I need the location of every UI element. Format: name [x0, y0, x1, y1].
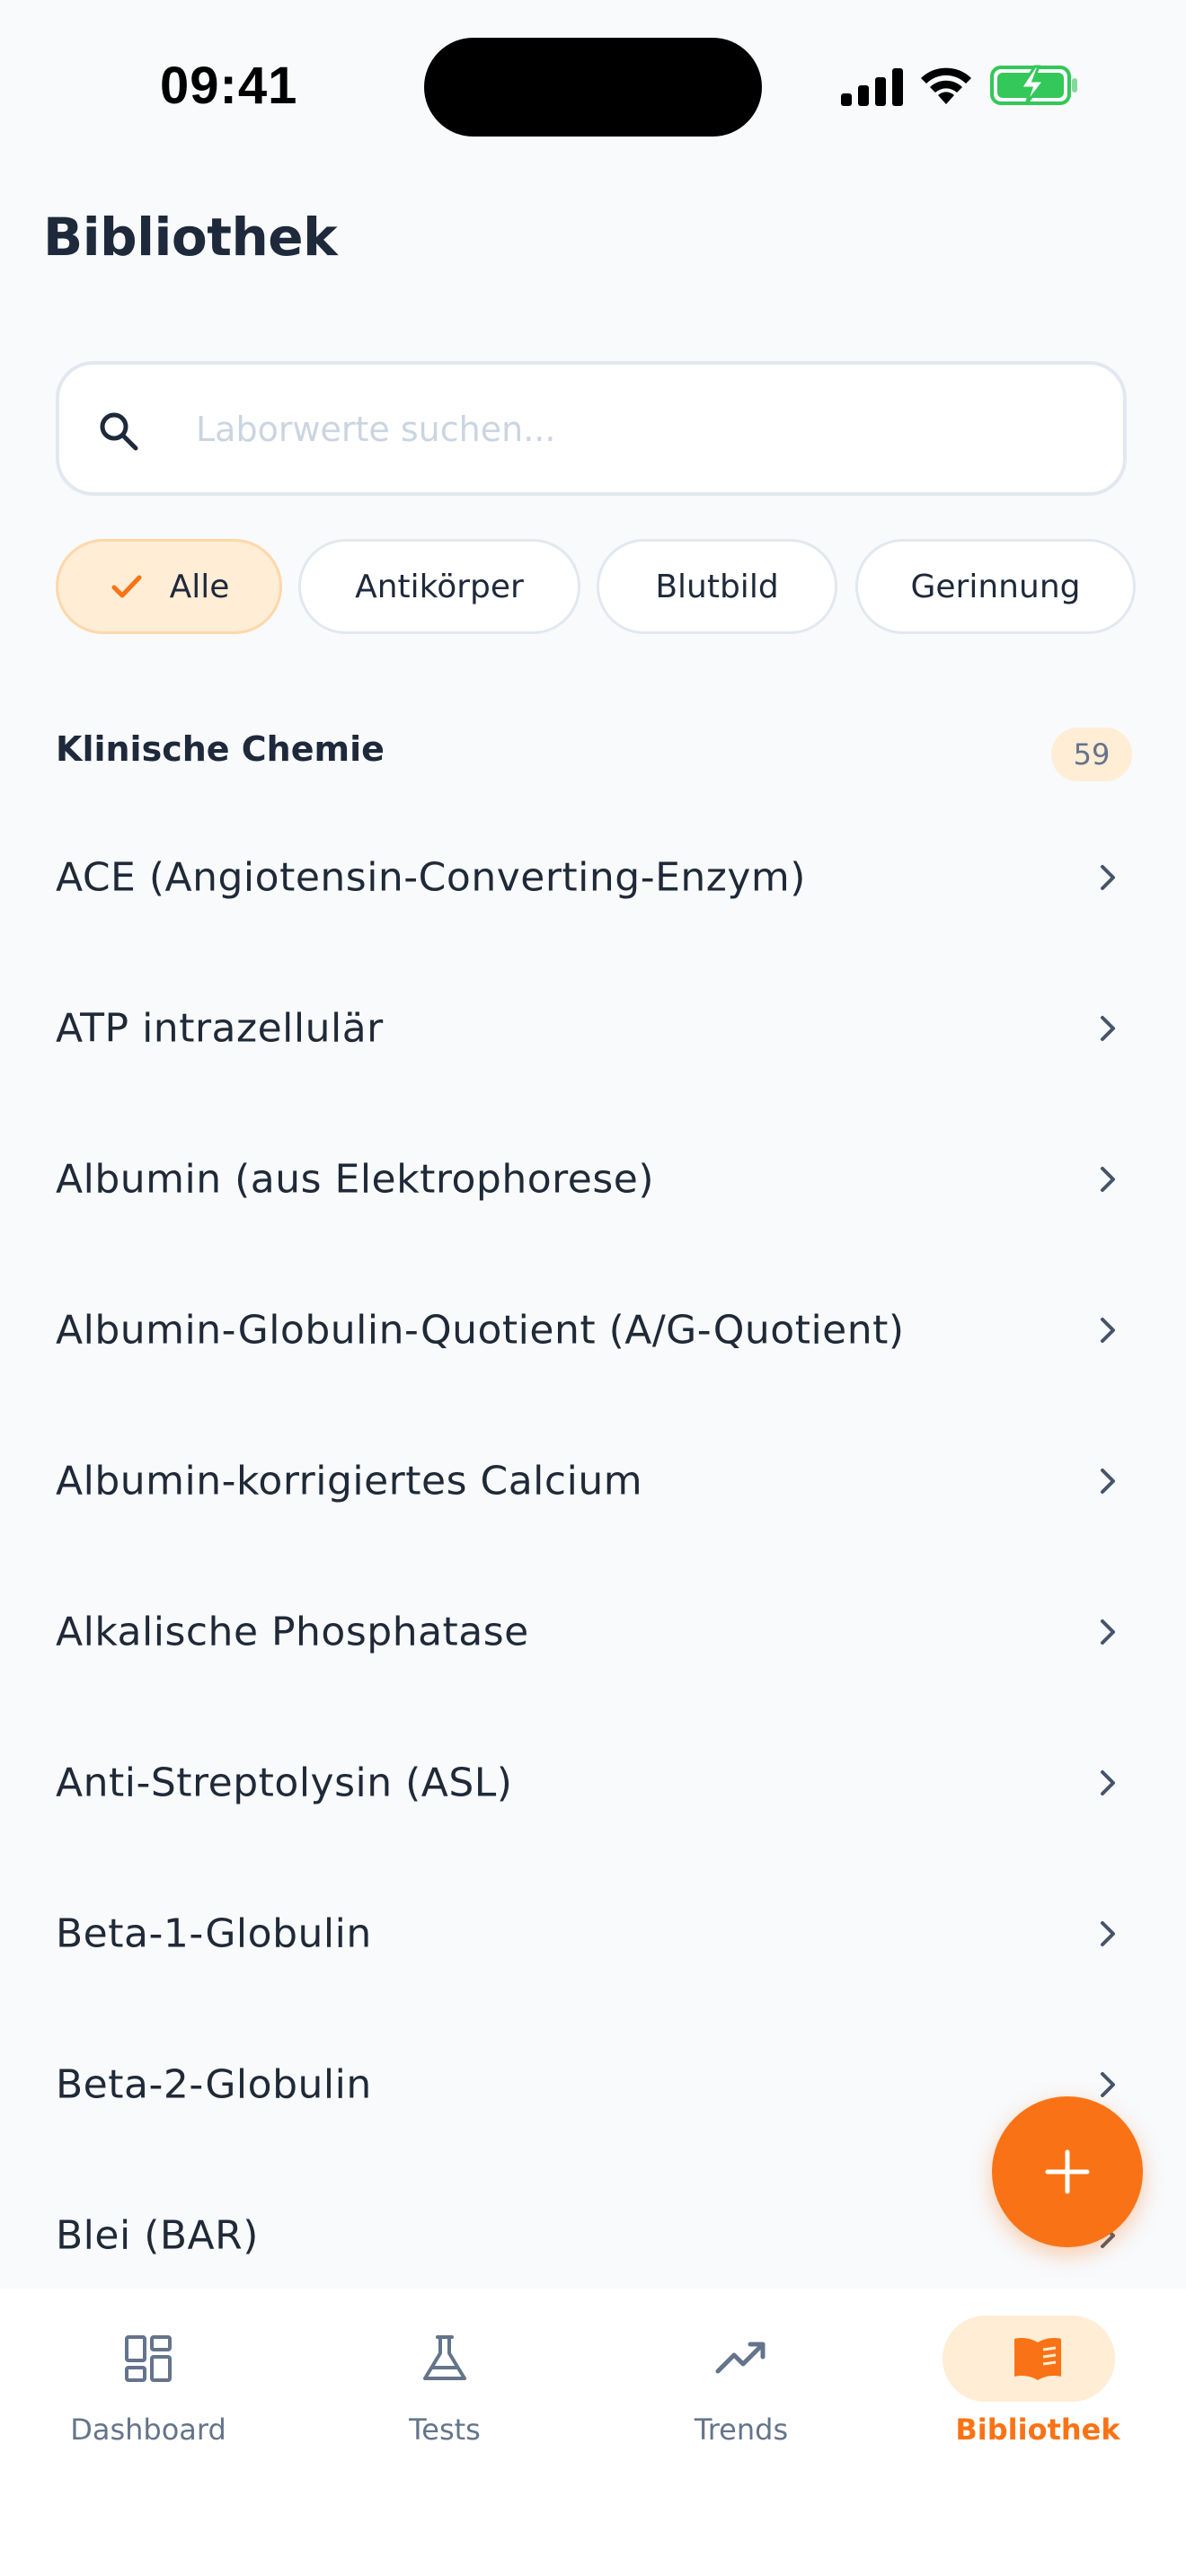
bottom-navigation: Dashboard Tests Trends Bibliothek — [0, 2289, 1186, 2576]
list-item-label: ATP intrazellulär — [56, 1005, 384, 1052]
list-item[interactable]: Anti-Streptolysin (ASL) — [0, 1716, 1186, 1850]
nav-label: Trends — [694, 2413, 789, 2447]
list-item-label: ACE (Angiotensin-Converting-Enzym) — [56, 854, 806, 901]
list-item-label: Albumin-korrigiertes Calcium — [56, 1458, 643, 1504]
filter-chips: Alle Antikörper Blutbild Gerinnung — [56, 539, 1186, 634]
list-item-label: Beta-2-Globulin — [56, 2061, 372, 2108]
list-item[interactable]: Albumin-korrigiertes Calcium — [0, 1414, 1186, 1548]
chevron-right-icon — [1101, 1770, 1115, 1795]
wifi-icon — [921, 67, 971, 104]
list-item-label: Blei (BAR) — [56, 2212, 259, 2259]
book-icon — [1014, 2338, 1061, 2380]
list-item[interactable]: ATP intrazellulär — [0, 961, 1186, 1096]
nav-item-trends[interactable]: Trends — [593, 2289, 890, 2504]
dynamic-island — [424, 38, 762, 137]
plus-icon — [1045, 2149, 1090, 2194]
add-button[interactable] — [992, 2096, 1143, 2247]
chevron-right-icon — [1101, 1167, 1115, 1192]
list-item-label: Albumin-Globulin-Quotient (A/G-Quotient) — [56, 1307, 905, 1354]
nav-item-bibliothek[interactable]: Bibliothek — [890, 2289, 1186, 2504]
chip-blutbild[interactable]: Blutbild — [597, 539, 837, 634]
chevron-right-icon — [1101, 1921, 1115, 1946]
list-item[interactable]: ACE (Angiotensin-Converting-Enzym) — [0, 810, 1186, 945]
search-bar[interactable] — [56, 361, 1127, 496]
chevron-right-icon — [1101, 865, 1115, 890]
nav-label: Dashboard — [70, 2413, 226, 2447]
search-input[interactable] — [194, 388, 1078, 471]
check-icon — [111, 575, 142, 598]
page-title: Bibliothek — [43, 207, 338, 268]
chevron-right-icon — [1101, 1016, 1115, 1041]
nav-label: Tests — [409, 2413, 481, 2447]
trending-up-icon — [715, 2342, 766, 2374]
chip-label: Gerinnung — [910, 568, 1081, 605]
status-bar: 09:41 — [0, 0, 1186, 171]
dashboard-icon — [125, 2335, 172, 2382]
list-item[interactable]: Albumin-Globulin-Quotient (A/G-Quotient) — [0, 1263, 1186, 1398]
chip-label: Alle — [169, 568, 230, 605]
list-item[interactable]: Alkalische Phosphatase — [0, 1565, 1186, 1699]
chevron-right-icon — [1101, 1619, 1115, 1645]
cellular-signal-icon — [841, 68, 903, 106]
list-item[interactable]: Albumin (aus Elektrophorese) — [0, 1112, 1186, 1247]
chip-gerinnung[interactable]: Gerinnung — [855, 539, 1136, 634]
flask-icon — [423, 2335, 466, 2380]
chevron-right-icon — [1101, 2072, 1115, 2097]
nav-item-dashboard[interactable]: Dashboard — [0, 2289, 296, 2504]
list-item-label: Beta-1-Globulin — [56, 1910, 372, 1957]
nav-label: Bibliothek — [955, 2413, 1120, 2447]
status-time: 09:41 — [160, 57, 298, 115]
list-item-label: Albumin (aus Elektrophorese) — [56, 1156, 654, 1203]
section-title: Klinische Chemie — [56, 729, 385, 769]
search-icon — [100, 412, 138, 451]
nav-item-tests[interactable]: Tests — [296, 2289, 593, 2504]
chip-antikoerper[interactable]: Antikörper — [298, 539, 580, 634]
chip-label: Blutbild — [655, 568, 779, 605]
list-item-label: Anti-Streptolysin (ASL) — [56, 1760, 513, 1806]
battery-charging-icon — [990, 65, 1077, 105]
list-item-label: Alkalische Phosphatase — [56, 1609, 529, 1655]
chevron-right-icon — [1101, 1318, 1115, 1343]
chip-alle[interactable]: Alle — [56, 539, 282, 634]
chevron-right-icon — [1101, 1469, 1115, 1494]
count-badge: 59 — [1051, 728, 1132, 781]
list-item[interactable]: Beta-1-Globulin — [0, 1866, 1186, 2001]
chip-label: Antikörper — [355, 568, 524, 605]
